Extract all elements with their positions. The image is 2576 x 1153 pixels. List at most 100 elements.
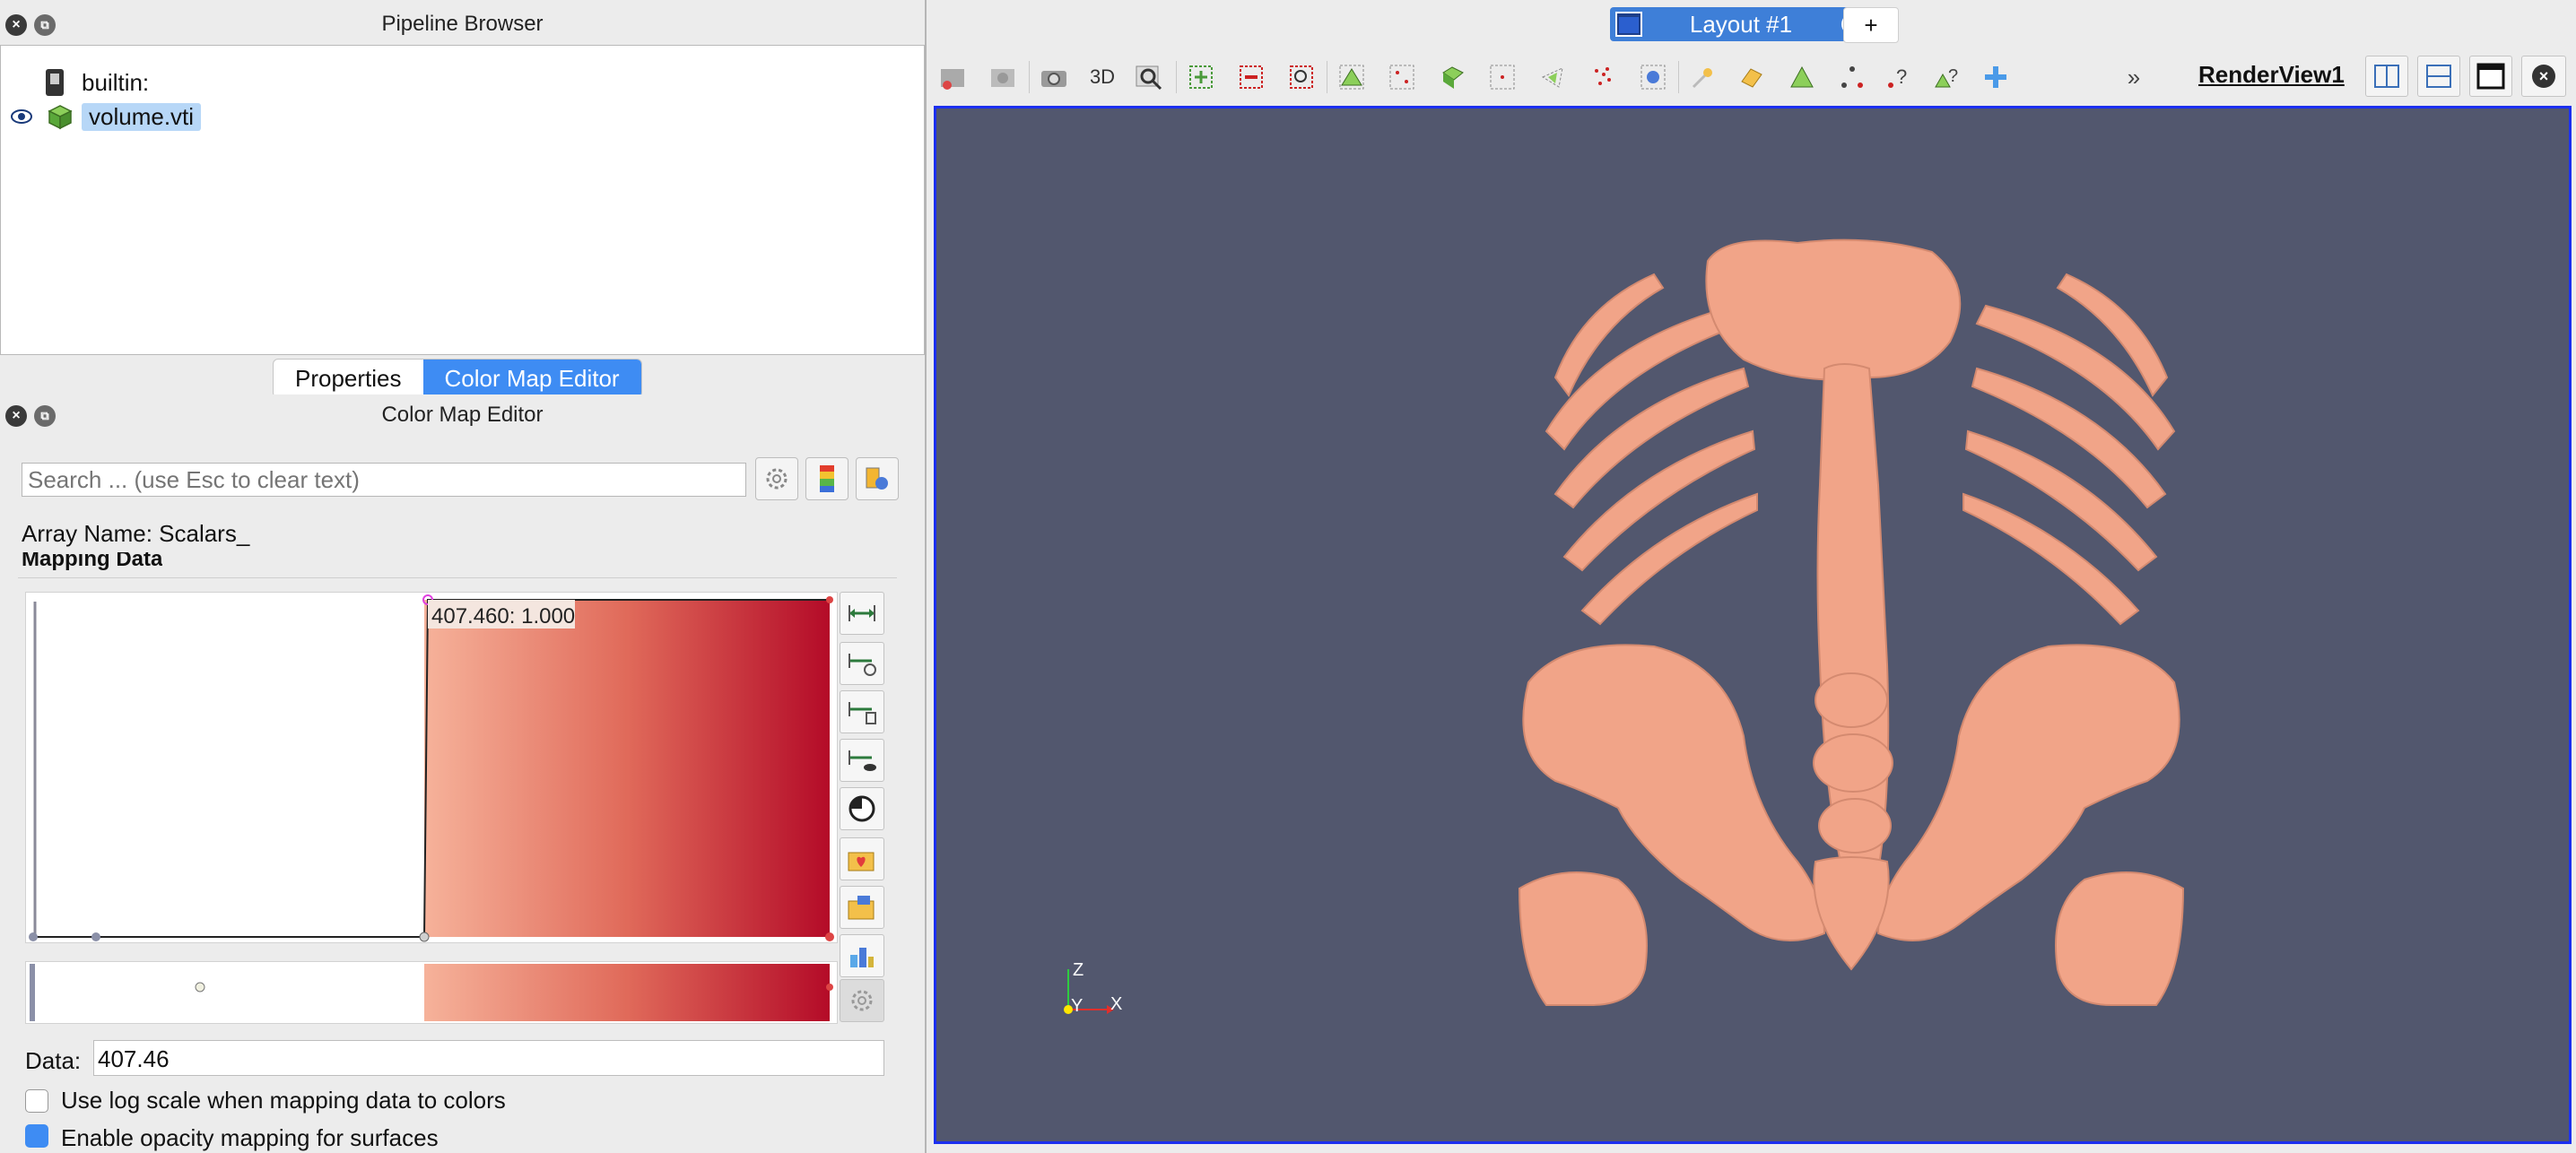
tree-item-volume[interactable]: volume.vti [10,100,202,134]
rescale-visible-icon [849,750,876,771]
more-tools-icon[interactable]: » [2116,59,2152,95]
control-point [419,932,430,942]
color-map-editor-title: Color Map Editor [381,403,544,427]
gear-icon [766,468,788,490]
select-polygon-points-icon[interactable] [1585,59,1621,95]
opacity-fill-region [424,600,830,937]
gear-icon [851,990,873,1011]
tree-item-builtin[interactable]: builtin: [46,65,149,100]
cube-icon [48,105,73,130]
select-cells-off-icon[interactable] [1233,59,1269,95]
svg-text:?: ? [1948,66,1958,86]
advanced-settings-button[interactable] [755,457,798,500]
maximize-icon [2476,63,2505,90]
reset-session-icon[interactable] [986,59,1022,95]
control-point [29,932,38,941]
color-control-point [826,984,833,991]
split-vertical-button[interactable] [2417,56,2460,97]
color-control-point [195,982,205,993]
colorbar-gradient [424,964,830,1021]
reset-camera-closest-icon[interactable] [936,59,971,95]
select-cells-on-icon[interactable] [1183,59,1219,95]
zoom-to-selection-icon[interactable] [1284,59,1319,95]
select-surface-cells-icon[interactable] [1334,59,1370,95]
edit-legend-icon [866,467,888,490]
preset-folder-icon [848,852,875,871]
rescale-custom-range-button[interactable] [840,642,884,685]
float-icon[interactable]: ⧉ [34,405,56,427]
control-point [825,932,834,941]
render-view-canvas[interactable]: Z Y X [934,106,2572,1144]
camera-capture-icon[interactable] [1036,59,1072,95]
select-frustum-cells-icon[interactable] [1434,59,1470,95]
colorbar-left-marker [30,964,35,1021]
control-point [91,932,100,941]
rescale-temporal-range-button[interactable] [840,690,884,733]
invert-colormap-button[interactable] [840,787,884,830]
opacity-mapping-option[interactable]: Enable opacity mapping for surfaces [25,1124,439,1153]
maximize-button[interactable] [2469,56,2512,97]
log-scale-checkbox[interactable] [25,1088,48,1113]
close-icon[interactable]: × [5,405,27,427]
opacity-curve-canvas: 407.460: 1.000 [29,594,834,942]
hover-points-icon[interactable] [1834,59,1870,95]
data-value-field[interactable]: 407.46 [93,1040,884,1076]
color-transfer-function-editor[interactable] [25,961,838,1024]
point-tooltip: 407.460: 1.000 [431,604,575,629]
color-legend-button[interactable] [805,457,849,500]
opacity-transfer-function-editor[interactable]: 407.460: 1.000 [25,592,838,943]
data-label: Data: [25,1047,82,1074]
render-view-title: RenderView1 [2198,61,2345,88]
tab-color-map-editor[interactable]: Color Map Editor [422,360,641,397]
save-preset-icon [848,896,875,920]
eye-icon[interactable] [10,105,33,128]
tab-properties[interactable]: Properties [274,360,423,397]
opacity-mapping-checkbox[interactable] [25,1124,48,1148]
pipeline-browser-title: Pipeline Browser [381,12,544,36]
axis-y-label: Y [1071,996,1083,1016]
add-layout-button[interactable]: + [1843,7,1899,43]
hover-cell-info-icon[interactable]: ? [1929,59,1965,95]
log-scale-label: Use log scale when mapping data to color… [61,1087,506,1114]
save-preset-button[interactable] [840,886,884,929]
rescale-time-icon [849,702,876,724]
separator [18,577,897,578]
render-view-toolbar: 3D ? ? » RenderView1 × [927,50,2576,102]
colormap-settings-button[interactable] [840,979,884,1022]
hover-point-info-icon[interactable]: ? [1881,59,1917,95]
split-horizontal-button[interactable] [2365,56,2408,97]
tab-layout-1[interactable]: Layout #1 × [1610,7,1872,41]
control-point [826,596,833,603]
close-icon[interactable]: × [5,14,27,36]
histogram-icon [850,948,874,967]
interactive-select-cells-icon[interactable] [1685,59,1721,95]
colorbar-canvas [30,964,833,1021]
log-scale-option[interactable]: Use log scale when mapping data to color… [25,1087,506,1114]
select-polygon-cells-icon[interactable] [1535,59,1571,95]
edit-color-legend-button[interactable] [856,457,899,500]
select-blocks-icon[interactable] [1635,59,1671,95]
rescale-to-data-range-button[interactable] [840,592,884,635]
array-name: Array Name: Scalars_ [22,520,250,547]
select-frustum-points-icon[interactable] [1484,59,1520,95]
interactive-select-points-icon[interactable] [1734,59,1770,95]
float-icon[interactable]: ⧉ [34,14,56,36]
search-input[interactable] [22,463,746,497]
axis-x-label: X [1110,994,1123,1014]
tree-item-label: builtin: [82,68,150,96]
choose-preset-button[interactable] [840,837,884,880]
axis-z-label: Z [1073,960,1084,980]
toggle-3d-button[interactable]: 3D [1084,59,1120,95]
hover-cells-icon[interactable] [1784,59,1820,95]
add-selection-icon[interactable] [1978,59,2014,95]
close-view-button[interactable]: × [2521,56,2566,97]
layout-tabbar: Layout #1 × + [927,0,2576,50]
data-histogram-button[interactable] [840,934,884,977]
close-icon: × [2532,65,2555,88]
pipeline-browser-title-bar: × ⧉ Pipeline Browser [0,4,925,45]
select-surface-points-icon[interactable] [1384,59,1420,95]
rescale-icon [849,605,875,621]
rescale-visible-range-button[interactable] [840,739,884,782]
right-column: Layout #1 × + 3D [927,0,2576,1153]
zoom-to-box-icon[interactable] [1131,59,1167,95]
